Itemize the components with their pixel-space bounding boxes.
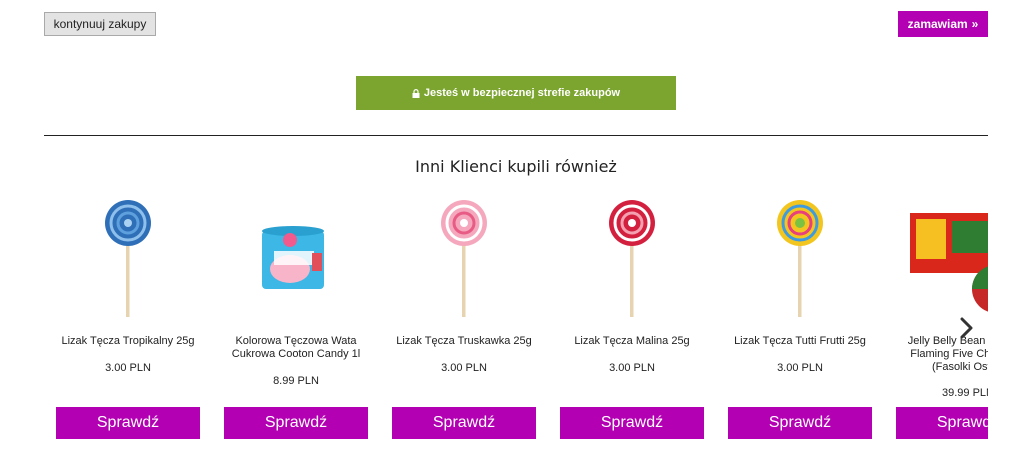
product-price: 3.00 PLN	[105, 362, 151, 374]
section-title: Inni Klienci kupili również	[415, 157, 617, 176]
check-button[interactable]: Sprawdź	[56, 407, 200, 439]
carousel-next-button[interactable]	[955, 315, 977, 341]
order-button[interactable]: zamawiam »	[898, 11, 988, 37]
product-image[interactable]	[896, 195, 988, 325]
product-price: 39.99 PLN	[942, 387, 988, 399]
product-card: Lizak Tęcza Malina 25g 3.00 PLN Sprawdź	[560, 195, 704, 455]
divider	[44, 135, 988, 136]
continue-shopping-button[interactable]: kontynuuj zakupy	[44, 12, 156, 36]
check-button[interactable]: Sprawdź	[560, 407, 704, 439]
secure-zone-banner: Jesteś w bezpiecznej strefie zakupów	[356, 76, 676, 110]
product-name[interactable]: Lizak Tęcza Tutti Frutti 25g	[728, 335, 872, 348]
secure-zone-label: Jesteś w bezpiecznej strefie zakupów	[423, 87, 621, 99]
check-button[interactable]: Sprawdź	[224, 407, 368, 439]
check-button[interactable]: Sprawdź	[896, 407, 988, 439]
product-price: 3.00 PLN	[441, 362, 487, 374]
product-price: 3.00 PLN	[609, 362, 655, 374]
product-image[interactable]	[392, 195, 536, 325]
product-card: Kolorowa Tęczowa Wata Cukrowa Cooton Can…	[224, 195, 368, 455]
product-name[interactable]: Lizak Tęcza Truskawka 25g	[392, 335, 536, 348]
product-image[interactable]	[560, 195, 704, 325]
product-card: Lizak Tęcza Tutti Frutti 25g 3.00 PLN Sp…	[728, 195, 872, 455]
chevron-right-icon	[960, 317, 973, 339]
product-image[interactable]	[56, 195, 200, 325]
product-carousel: Lizak Tęcza Tropikalny 25g 3.00 PLN Spra…	[56, 195, 988, 455]
product-price: 8.99 PLN	[273, 375, 319, 387]
double-chevron-icon: »	[971, 17, 979, 31]
product-name[interactable]: Lizak Tęcza Malina 25g	[560, 335, 704, 348]
product-card: Lizak Tęcza Truskawka 25g 3.00 PLN Spraw…	[392, 195, 536, 455]
product-image[interactable]	[224, 195, 368, 325]
check-button[interactable]: Sprawdź	[392, 407, 536, 439]
order-button-label: zamawiam	[907, 17, 968, 31]
product-price: 3.00 PLN	[777, 362, 823, 374]
product-name[interactable]: Kolorowa Tęczowa Wata Cukrowa Cooton Can…	[224, 335, 368, 361]
lock-icon	[412, 88, 420, 98]
product-image[interactable]	[728, 195, 872, 325]
product-card: Lizak Tęcza Tropikalny 25g 3.00 PLN Spra…	[56, 195, 200, 455]
check-button[interactable]: Sprawdź	[728, 407, 872, 439]
product-name[interactable]: Lizak Tęcza Tropikalny 25g	[56, 335, 200, 348]
